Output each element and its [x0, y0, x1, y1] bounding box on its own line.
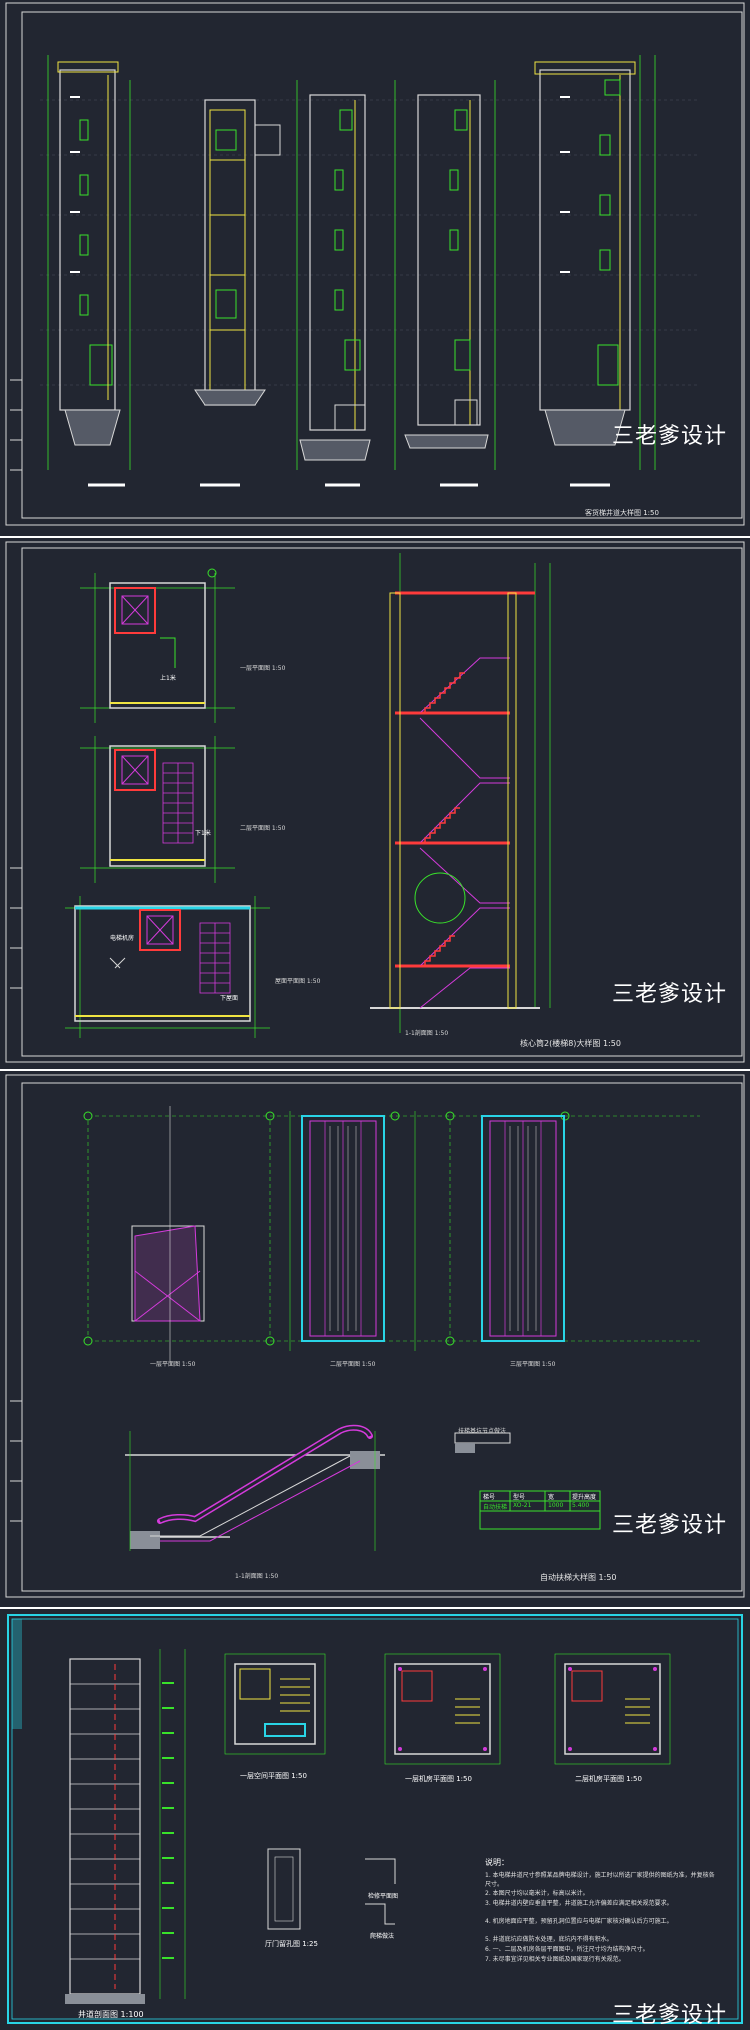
plan-label: 一层平面图 1:50 [150, 1361, 196, 1368]
elevator-sections-drawing [5, 2, 745, 526]
drawing-sheet-core-stair: 一层平面图 1:50 二层平面图 1:50 屋面平面图 1:50 上1米 下1米… [0, 538, 750, 1069]
note-line: 5. 井道底坑应做防水处理，底坑内不得有积水。 [485, 1936, 613, 1943]
door-label: 厅门留孔图 1:25 [265, 1940, 318, 1948]
section-label: 1-1剖面图 1:50 [235, 1573, 279, 1580]
sheet-title: 客货梯井道大样图 1:50 [585, 509, 659, 517]
table-header-cell: 型号 [513, 1494, 526, 1501]
drawing-sheet-elevator-sections: 客货梯井道大样图 1:50 三老爹设计 [0, 0, 750, 536]
plan-label: 二层平面图 1:50 [330, 1361, 376, 1368]
note-line: 2. 本图尺寸均以毫米计，标高以米计。 [485, 1890, 589, 1897]
table-header-cell: 宽 [548, 1494, 555, 1501]
watermark: 三老爹设计 [612, 982, 728, 1007]
watermark: 三老爹设计 [612, 424, 728, 449]
plan-label: 一层机房平面图 1:50 [405, 1775, 472, 1783]
watermark: 三老爹设计 [612, 1513, 728, 1538]
note-line: 6. 一、二层及机房各层平面图中，所注尺寸均为结构净尺寸。 [485, 1946, 649, 1953]
table-header-cell: 梯号 [483, 1494, 496, 1501]
plan-label: 二层机房平面图 1:50 [575, 1775, 642, 1783]
table-cell: 5.400 [572, 1502, 590, 1509]
note-line: 1. 本电梯井道尺寸参照某品牌电梯设计，施工时以所选厂家提供的图纸为准，并复核各… [485, 1872, 715, 1888]
plan-label: 一层平面图 1:50 [240, 665, 286, 672]
sheet-title: 自动扶梯大样图 1:50 [540, 1573, 617, 1582]
note-line: 7. 未尽事宜详见相关专业图纸及国家现行有关规范。 [485, 1956, 625, 1963]
watermark: 三老爹设计 [612, 2003, 728, 2028]
stair-note: 下屋面 [220, 995, 239, 1002]
plan-label: 屋面平面图 1:50 [275, 978, 321, 985]
elevator-shaft-drawing [7, 1614, 743, 2024]
detail-label: 爬梯做法 [370, 1933, 395, 1940]
plan-label: 二层平面图 1:50 [240, 825, 286, 832]
table-cell: XO-21 [513, 1502, 532, 1509]
notes-title: 说明： [485, 1858, 509, 1867]
table-cell: 自动扶梯 [483, 1504, 508, 1511]
table-cell: 1000 [548, 1502, 564, 1509]
detail-label: 检修平面图 [368, 1893, 399, 1900]
note-line: 4. 机房地面应平整，预留孔洞位置应与电梯厂家核对确认后方可施工。 [485, 1918, 673, 1925]
room-label: 电梯机房 [110, 935, 135, 942]
table-header-cell: 提升高度 [572, 1494, 597, 1501]
note-line: 3. 电梯井道内壁应垂直平整，井道施工允许偏差应满足相关规范要求。 [485, 1900, 673, 1907]
section-label: 井道剖面图 1:100 [78, 2010, 144, 2019]
detail-label: 扶梯基坑节点做法 [458, 1428, 507, 1435]
plan-label: 一层空间平面图 1:50 [240, 1772, 307, 1780]
plan-label: 三层平面图 1:50 [510, 1361, 556, 1368]
drawing-sheet-escalator: 一层平面图 1:50 二层平面图 1:50 三层平面图 1:50 1-1剖面图 … [0, 1071, 750, 1607]
stair-note: 上1米 [160, 675, 176, 682]
drawing-sheet-elevator-shaft: 井道剖面图 1:100 一层空间平面图 1:50 一层机房平面图 1:50 二层… [0, 1609, 750, 2030]
section-label: 1-1剖面图 1:50 [405, 1030, 449, 1037]
stair-note: 下1米 [195, 830, 211, 837]
sheet-title: 核心筒2(楼梯8)大样图 1:50 [520, 1039, 621, 1048]
